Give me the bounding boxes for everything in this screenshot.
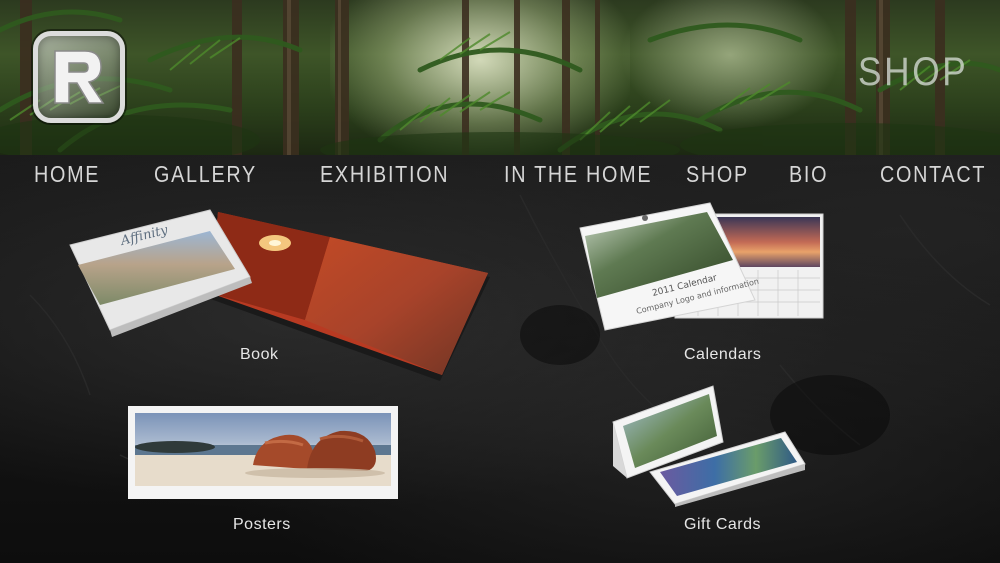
product-book[interactable]: Affinity: [60, 205, 500, 385]
header-banner: SHOP: [0, 0, 1000, 155]
nav-item-bio[interactable]: BIO: [789, 158, 828, 190]
calendar-image: 2011 Calendar Company Logo and informati…: [579, 202, 824, 331]
gift-cards-label[interactable]: Gift Cards: [684, 516, 761, 534]
nav-item-exhibition[interactable]: EXHIBITION: [320, 158, 449, 190]
book-image: Affinity: [69, 209, 490, 381]
nav-item-contact[interactable]: CONTACT: [880, 158, 986, 190]
calendars-label[interactable]: Calendars: [684, 346, 761, 364]
nav-item-gallery[interactable]: GALLERY: [154, 158, 257, 190]
posters-label[interactable]: Posters: [233, 516, 291, 534]
nav-item-home[interactable]: HOME: [34, 158, 100, 190]
product-gift-cards[interactable]: [605, 382, 810, 507]
main-nav: HOME GALLERY EXHIBITION IN THE HOME SHOP…: [0, 158, 1000, 190]
rainforest-photo: [0, 0, 1000, 155]
poster-image: [135, 413, 391, 486]
nav-item-shop[interactable]: SHOP: [686, 158, 749, 190]
gift-cards-image: [612, 385, 806, 507]
page-title: SHOP: [857, 50, 968, 94]
book-label[interactable]: Book: [240, 346, 278, 364]
product-posters[interactable]: [128, 406, 398, 499]
r-logo-icon[interactable]: [33, 31, 125, 123]
nav-item-in-the-home[interactable]: IN THE HOME: [504, 158, 652, 190]
product-calendars[interactable]: 2011 Calendar Company Logo and informati…: [575, 200, 830, 332]
